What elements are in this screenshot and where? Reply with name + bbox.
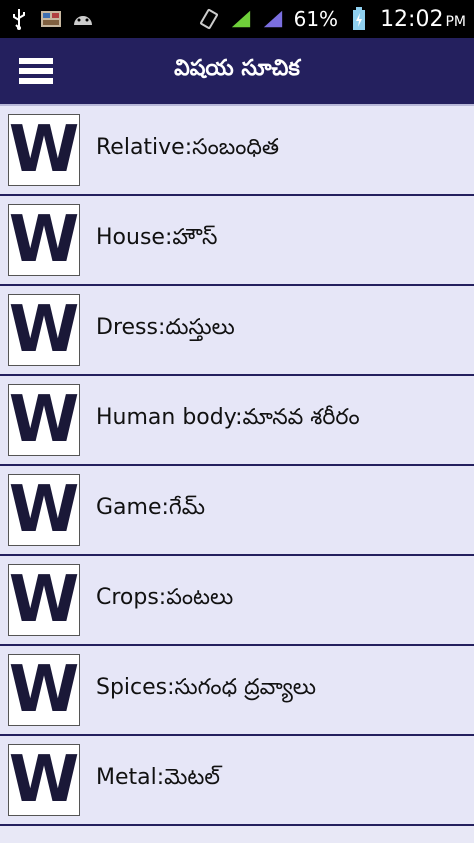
list-item-label: Human body:మానవ శరీరం [96, 405, 360, 430]
list-item[interactable]: W Dress:దుస్తులు [0, 286, 474, 376]
signal-icon [262, 8, 284, 30]
notification-icon [40, 8, 62, 30]
battery-icon [348, 7, 370, 30]
status-bar: 61% 12:02 PM [0, 0, 474, 38]
page-title: విషయ సూచిక [174, 56, 300, 81]
w-icon: W [8, 743, 80, 817]
list-item[interactable]: W Relative:సంబంధిత [0, 104, 474, 196]
w-icon: W [8, 203, 80, 277]
clock-time: 12:02 [380, 6, 444, 32]
list-item-label: Metal:మెటల్ [96, 765, 221, 790]
w-icon: W [8, 563, 80, 637]
topic-list: W Relative:సంబంధిత W House:హౌస్ W Dress:… [0, 104, 474, 843]
list-item[interactable]: W Crops:పంటలు [0, 556, 474, 646]
clock-ampm: PM [445, 13, 466, 30]
list-item[interactable]: W Game:గేమ్ [0, 466, 474, 556]
battery-percent: 61% [293, 7, 339, 31]
list-item[interactable]: W House:హౌస్ [0, 196, 474, 286]
hamburger-icon [19, 54, 53, 88]
list-item-label: Relative:సంబంధిత [96, 135, 280, 160]
w-icon: W [8, 473, 80, 547]
list-item-label: Game:గేమ్ [96, 495, 206, 520]
list-item-label: Crops:పంటలు [96, 585, 234, 610]
menu-button[interactable] [8, 38, 64, 104]
list-item[interactable]: W Metal:మెటల్ [0, 736, 474, 826]
android-icon [72, 8, 94, 30]
list-item-label: Dress:దుస్తులు [96, 315, 235, 340]
clock: 12:02 PM [380, 7, 466, 32]
status-right: 61% 12:02 PM [198, 7, 466, 32]
list-item-label: House:హౌస్ [96, 225, 218, 250]
list-item-label: Spices:సుగంధ ద్రవ్యాలు [96, 675, 316, 700]
w-icon: W [8, 653, 80, 727]
vibrate-icon [198, 8, 220, 30]
status-left [8, 8, 94, 30]
usb-icon [8, 8, 30, 30]
list-item[interactable]: W Human body:మానవ శరీరం [0, 376, 474, 466]
w-icon: W [8, 113, 80, 187]
list-item[interactable]: W Spices:సుగంధ ద్రవ్యాలు [0, 646, 474, 736]
app-bar: విషయ సూచిక [0, 38, 474, 104]
signal-icon [230, 8, 252, 30]
w-icon: W [8, 383, 80, 457]
w-icon: W [8, 293, 80, 367]
